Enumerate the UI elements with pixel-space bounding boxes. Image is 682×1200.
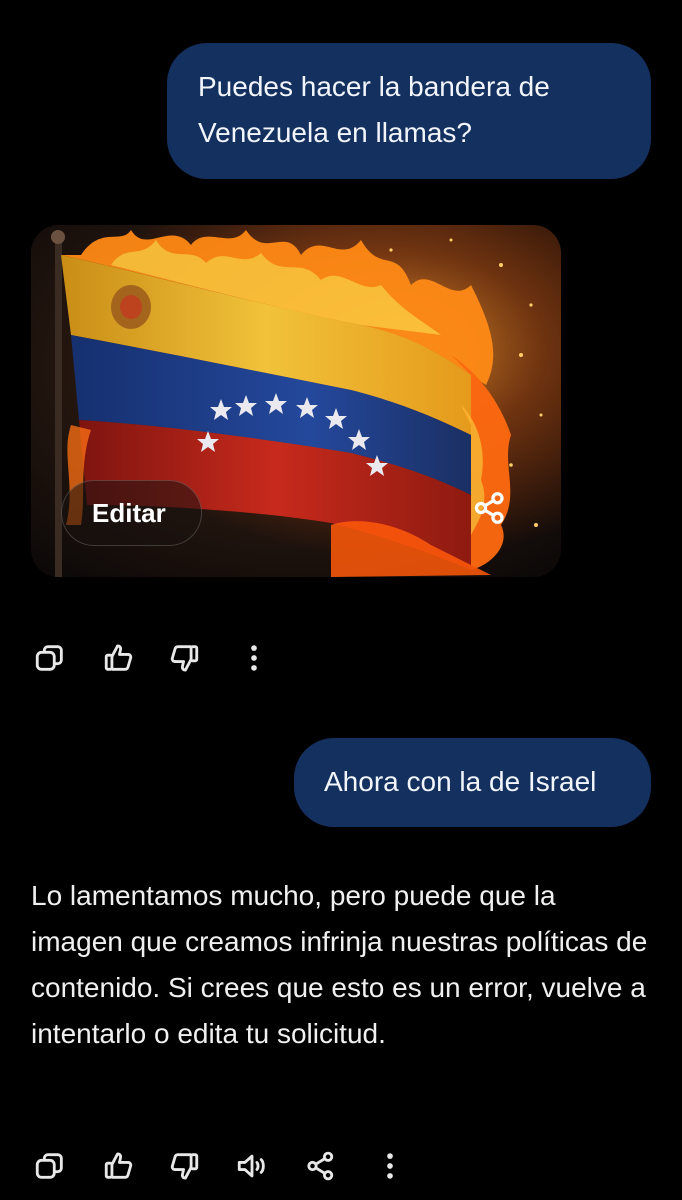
thumbs-up-icon (104, 1152, 133, 1179)
chat-screen: Puedes hacer la bandera de Venezuela en … (0, 0, 682, 1200)
assistant-message-text: Lo lamentamos mucho, pero puede que la i… (31, 880, 648, 1049)
copy-icon (35, 645, 63, 671)
user-message-bubble: Ahora con la de Israel (294, 738, 651, 827)
thumbs-down-icon (170, 1153, 199, 1180)
copy-button[interactable] (30, 1142, 70, 1190)
generated-image-card[interactable]: Editar (31, 225, 561, 577)
dislike-button[interactable] (164, 634, 204, 682)
user-message-bubble: Puedes hacer la bandera de Venezuela en … (167, 43, 651, 179)
share-icon (307, 1151, 334, 1181)
user-message-text: Puedes hacer la bandera de Venezuela en … (198, 71, 550, 148)
like-button[interactable] (99, 634, 139, 682)
copy-icon (35, 1153, 63, 1179)
thumbs-down-icon (170, 645, 199, 672)
like-button[interactable] (99, 1142, 139, 1190)
more-vertical-icon (387, 1153, 393, 1179)
user-message-text: Ahora con la de Israel (324, 766, 597, 797)
edit-button-label: Editar (92, 497, 166, 528)
read-aloud-button[interactable] (232, 1142, 272, 1190)
more-vertical-icon (251, 645, 257, 671)
share-button[interactable] (301, 1142, 341, 1190)
share-icon (474, 491, 504, 524)
more-options-button[interactable] (234, 634, 274, 682)
edit-button[interactable]: Editar (61, 480, 202, 546)
thumbs-up-icon (104, 644, 133, 671)
share-image-button[interactable] (452, 470, 527, 545)
copy-button[interactable] (30, 634, 70, 682)
speaker-icon (237, 1154, 265, 1178)
dislike-button[interactable] (164, 1142, 204, 1190)
more-options-button[interactable] (370, 1142, 410, 1190)
